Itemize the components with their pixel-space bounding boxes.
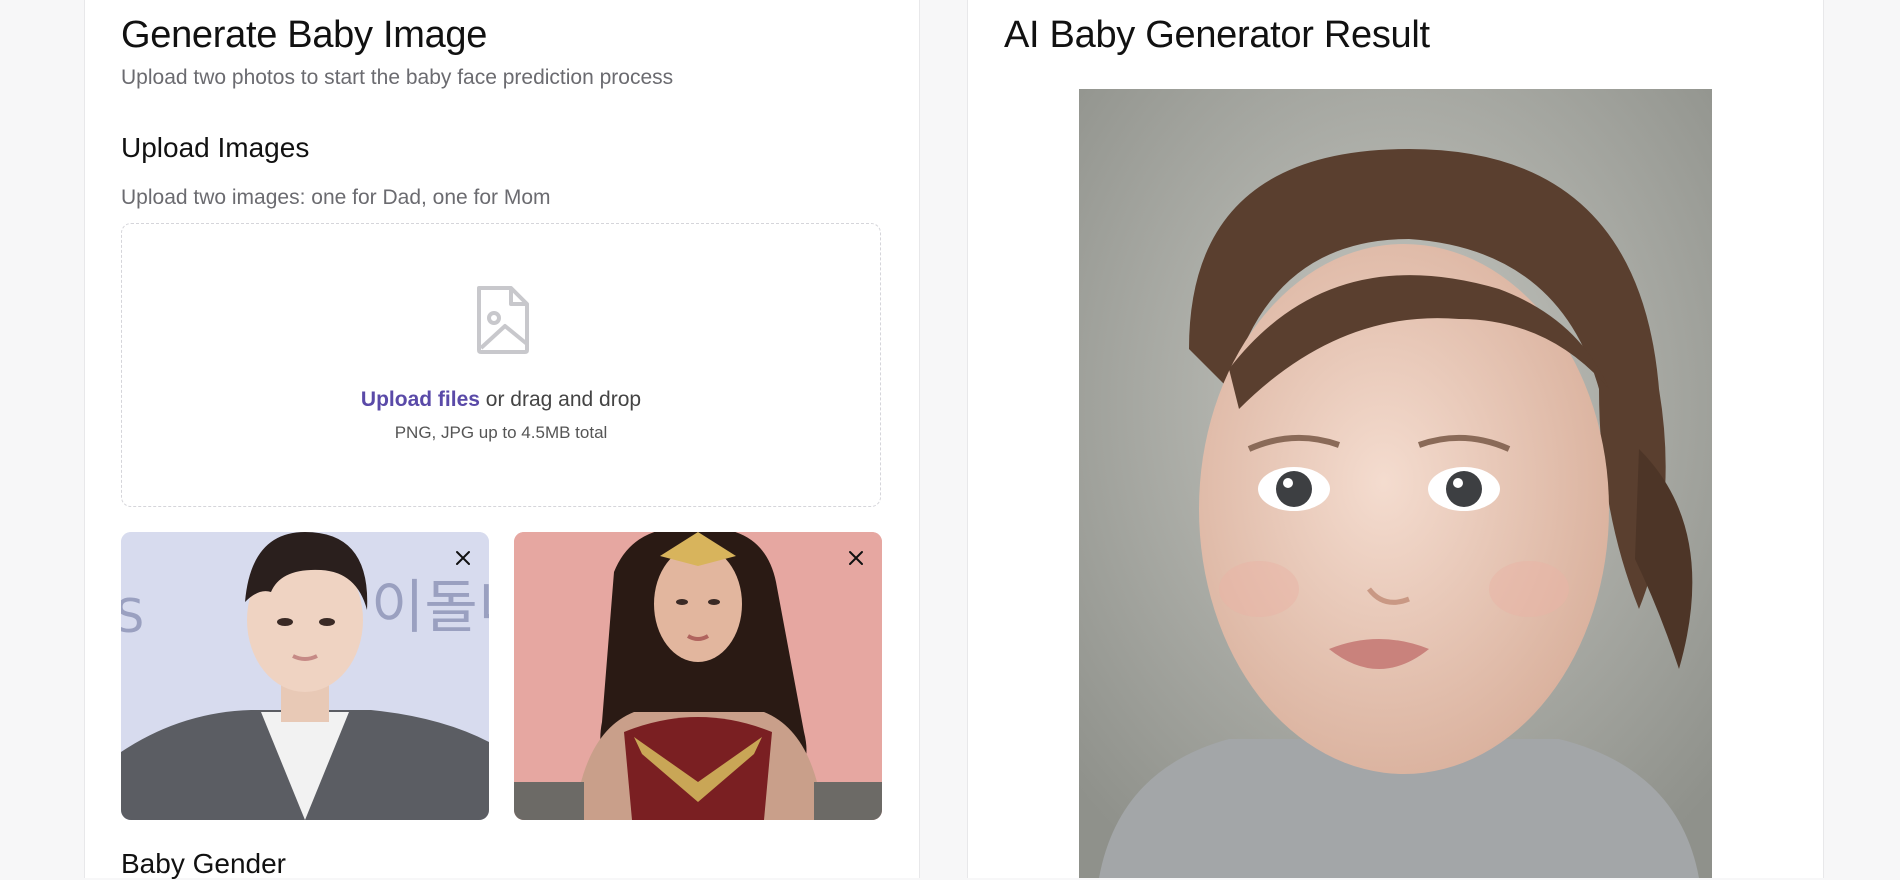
baby-gender-heading: Baby Gender bbox=[121, 848, 286, 879]
dropzone-instructions: Upload files or drag and drop bbox=[122, 388, 880, 412]
svg-text:S: S bbox=[121, 589, 144, 643]
dad-photo-thumbnail: 이돌니 S bbox=[121, 532, 489, 820]
drag-drop-text: or drag and drop bbox=[479, 388, 642, 411]
result-panel: AI Baby Generator Result bbox=[967, 0, 1824, 878]
page-title: Generate Baby Image bbox=[121, 14, 488, 56]
upload-files-link[interactable]: Upload files bbox=[361, 388, 480, 411]
page-subtitle: Upload two photos to start the baby face… bbox=[121, 66, 674, 89]
mom-photo-thumbnail bbox=[514, 532, 882, 820]
image-file-icon bbox=[477, 286, 529, 354]
baby-portrait bbox=[1079, 89, 1712, 878]
dad-photo: 이돌니 S bbox=[121, 532, 489, 820]
upload-dropzone[interactable]: Upload files or drag and drop PNG, JPG u… bbox=[121, 223, 881, 507]
svg-text:이돌니: 이돌니 bbox=[371, 573, 489, 641]
file-constraints-text: PNG, JPG up to 4.5MB total bbox=[394, 423, 608, 442]
close-icon bbox=[849, 551, 863, 565]
close-icon bbox=[456, 551, 470, 565]
generate-panel: Generate Baby Image Upload two photos to… bbox=[84, 0, 920, 879]
remove-mom-photo-button[interactable] bbox=[842, 544, 870, 572]
mom-photo bbox=[514, 532, 882, 820]
remove-dad-photo-button[interactable] bbox=[449, 544, 477, 572]
upload-hint: Upload two images: one for Dad, one for … bbox=[121, 186, 551, 209]
generated-baby-image bbox=[1079, 89, 1712, 878]
result-title: AI Baby Generator Result bbox=[1004, 14, 1430, 56]
upload-images-heading: Upload Images bbox=[121, 132, 310, 163]
